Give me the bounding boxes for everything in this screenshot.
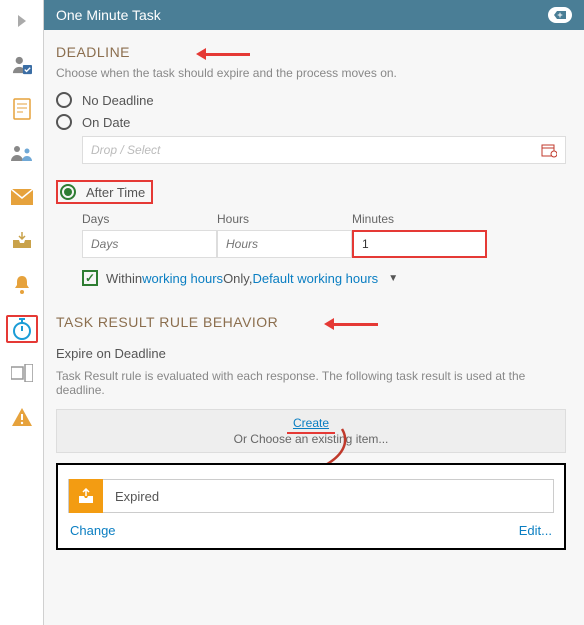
radio-label: After Time [86, 185, 145, 200]
hours-input[interactable] [217, 230, 352, 258]
create-link[interactable]: Create [293, 416, 329, 430]
radio-icon [56, 92, 72, 108]
default-working-hours-link[interactable]: Default working hours [252, 271, 378, 286]
nav-mail[interactable] [6, 183, 38, 211]
expired-item[interactable]: Expired [68, 479, 554, 513]
rule-heading: TASK RESULT RULE BEHAVIOR [56, 314, 278, 330]
chevron-down-icon[interactable]: ▼ [388, 273, 398, 284]
working-hours-link[interactable]: working hours [142, 271, 223, 286]
arrow-icon [324, 318, 334, 330]
nav-warning[interactable] [6, 403, 38, 431]
arrow-shaft [206, 53, 250, 56]
chevron-right-icon [18, 15, 26, 27]
bell-icon [13, 275, 31, 295]
days-label: Days [82, 212, 217, 226]
or-choose-text: Or Choose an existing item... [57, 432, 565, 446]
create-choose-box: Create Or Choose an existing item... [56, 409, 566, 453]
outbox-icon [69, 479, 103, 513]
nav-users[interactable] [6, 139, 38, 167]
radio-on-date[interactable]: On Date [56, 114, 566, 130]
radio-label: No Deadline [82, 93, 154, 108]
days-input[interactable] [82, 230, 217, 258]
collapse-toggle[interactable] [6, 7, 38, 35]
radio-label: On Date [82, 115, 130, 130]
hours-label: Hours [217, 212, 352, 226]
user-check-icon [11, 55, 33, 75]
add-button[interactable]: + [548, 7, 572, 23]
panel-header: One Minute Task + [44, 0, 584, 30]
minutes-input[interactable] [352, 230, 487, 258]
nav-document[interactable] [6, 95, 38, 123]
radio-no-deadline[interactable]: No Deadline [56, 92, 566, 108]
nav-bell[interactable] [6, 271, 38, 299]
inbox-icon [11, 232, 33, 250]
nav-layout[interactable] [6, 359, 38, 387]
expired-label: Expired [103, 489, 159, 504]
mail-icon [11, 189, 33, 205]
tag-plus-icon: + [554, 10, 566, 20]
svg-text:+: + [557, 10, 562, 20]
edit-link[interactable]: Edit... [519, 523, 552, 538]
deadline-sub: Choose when the task should expire and t… [56, 66, 566, 80]
nav-user-check[interactable] [6, 51, 38, 79]
main-panel: One Minute Task + DEADLINE Choose when t… [44, 0, 584, 625]
sidebar [0, 0, 44, 625]
change-link[interactable]: Change [70, 523, 116, 538]
warning-icon [11, 407, 33, 427]
red-underline [287, 432, 335, 434]
layout-icon [11, 364, 33, 382]
arrow-shaft [334, 323, 378, 326]
expire-title: Expire on Deadline [56, 346, 566, 361]
placeholder-text: Drop / Select [91, 143, 160, 157]
within-text-mid: Only, [223, 271, 252, 286]
nav-timer[interactable] [6, 315, 38, 343]
users-icon [10, 144, 34, 162]
radio-icon [56, 114, 72, 130]
stopwatch-icon [11, 317, 33, 341]
minutes-label: Minutes [352, 212, 487, 226]
radio-icon-selected [60, 184, 76, 200]
within-checkbox[interactable]: ✓ [82, 270, 98, 286]
arrow-icon [196, 48, 206, 60]
deadline-heading: DEADLINE [56, 44, 130, 60]
document-icon [13, 98, 31, 120]
result-group: Expired Change Edit... [56, 463, 566, 550]
calendar-icon [541, 142, 557, 158]
panel-title: One Minute Task [56, 7, 161, 23]
radio-after-time[interactable]: After Time [56, 180, 153, 204]
within-text-pre: Within [106, 271, 142, 286]
nav-inbox[interactable] [6, 227, 38, 255]
expire-desc: Task Result rule is evaluated with each … [56, 369, 566, 397]
date-drop-select[interactable]: Drop / Select [82, 136, 566, 164]
